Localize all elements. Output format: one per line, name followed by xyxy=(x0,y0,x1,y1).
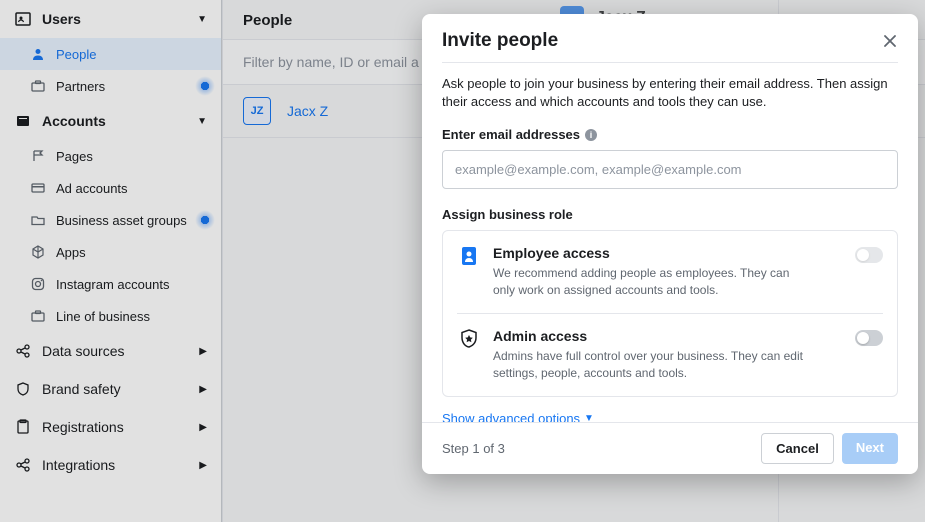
cancel-button[interactable]: Cancel xyxy=(761,433,834,464)
modal-title: Invite people xyxy=(442,30,882,52)
toggle-employee[interactable] xyxy=(855,247,883,263)
role-desc: Admins have full control over your busin… xyxy=(493,348,843,382)
invite-modal: Invite people Ask people to join your bu… xyxy=(422,14,918,474)
next-button[interactable]: Next xyxy=(842,433,898,464)
toggle-admin[interactable] xyxy=(855,330,883,346)
role-admin: Admin access Admins have full control ov… xyxy=(457,313,883,396)
email-input[interactable] xyxy=(442,150,898,189)
role-desc: We recommend adding people as employees.… xyxy=(493,265,843,299)
roles-box: Employee access We recommend adding peop… xyxy=(442,230,898,396)
role-title: Employee access xyxy=(493,245,843,261)
role-employee: Employee access We recommend adding peop… xyxy=(443,231,897,313)
step-indicator: Step 1 of 3 xyxy=(442,441,505,456)
chevron-down-icon: ▼ xyxy=(584,413,594,422)
shield-star-icon xyxy=(457,328,481,382)
email-label: Enter email addresses i xyxy=(442,127,898,142)
show-advanced-link[interactable]: Show advanced options ▼ xyxy=(442,411,898,422)
role-title: Admin access xyxy=(493,328,843,344)
id-badge-icon xyxy=(457,245,481,299)
close-button[interactable] xyxy=(882,33,898,49)
info-icon[interactable]: i xyxy=(585,129,597,141)
assign-role-label: Assign business role xyxy=(442,207,898,222)
modal-description: Ask people to join your business by ente… xyxy=(442,62,898,111)
